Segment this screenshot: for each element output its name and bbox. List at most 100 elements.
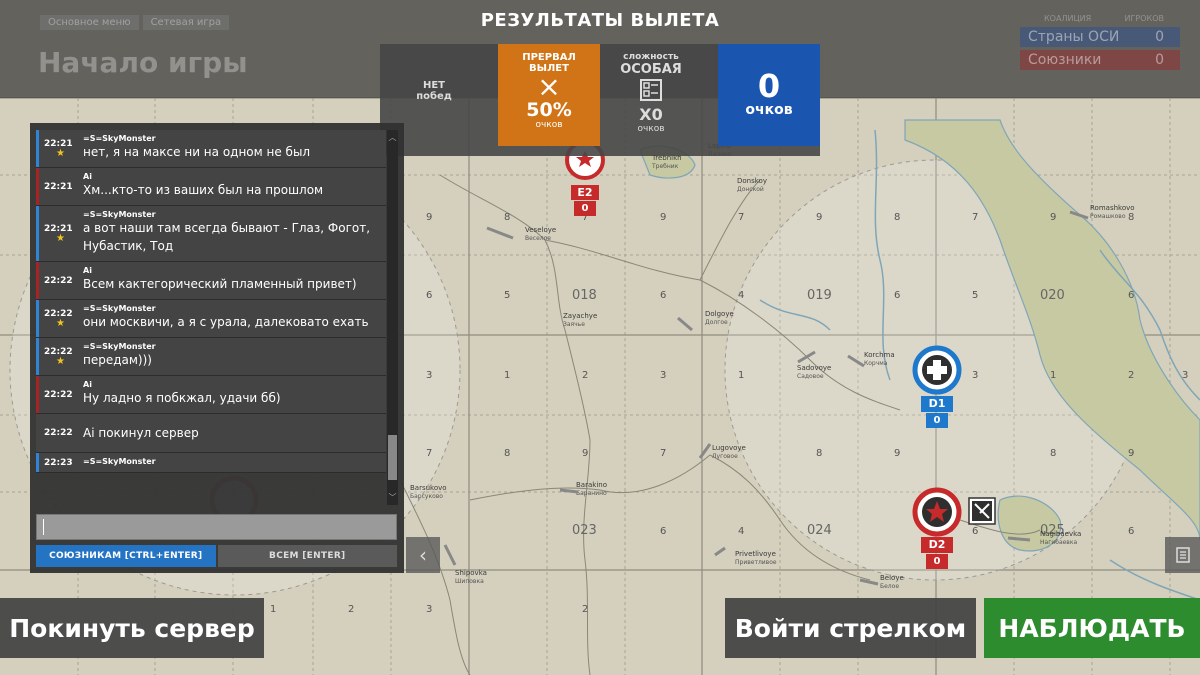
total-points-cell: 0 очков (718, 44, 820, 146)
sortie-results-panel: НЕТ побед ПРЕРВАЛ ВЫЛЕТ × 50% очков слож… (380, 44, 820, 156)
svg-text:8: 8 (504, 448, 510, 459)
message-timestamp: 22:22 (44, 346, 73, 357)
message-timestamp: 22:22 (44, 308, 73, 319)
chat-message-list[interactable]: 22:21 ★ =S=SkyMonster нет, я на максе ни на… (36, 130, 386, 505)
chat-input[interactable] (36, 514, 397, 540)
chat-scrollbar[interactable]: ︿ ﹀ (387, 130, 398, 505)
message-author[interactable]: =S=SkyMonster (83, 342, 382, 351)
message-author[interactable]: =S=SkyMonster (83, 134, 382, 143)
town-label: Donskoy (737, 177, 767, 185)
svg-text:3: 3 (1182, 370, 1188, 381)
svg-text:7: 7 (738, 212, 744, 223)
scroll-down-icon[interactable]: ﹀ (387, 492, 398, 503)
collapse-chat-button[interactable]: ‹ (406, 537, 440, 573)
abort-cross-icon: × (537, 70, 561, 103)
message-author[interactable]: Ai (83, 172, 382, 181)
town-label-ru: Садовое (797, 373, 824, 380)
message-timestamp: 22:23 (44, 457, 73, 468)
svg-text:4: 4 (738, 290, 744, 301)
coalition-column-header: КОАЛИЦИЯ (1044, 14, 1092, 23)
town-label: Zayachye (563, 312, 597, 320)
svg-text:5: 5 (504, 290, 510, 301)
svg-text:2: 2 (348, 604, 354, 615)
svg-text:8: 8 (1050, 448, 1056, 459)
airfield-d1-name: D1 (921, 396, 953, 412)
airfield-d1-icon[interactable] (912, 345, 962, 395)
town-label-ru: Нагибаевка (1040, 539, 1077, 546)
town-label: Barakino (576, 481, 607, 489)
aborted-sortie-cell: ПРЕРВАЛ ВЫЛЕТ × 50% очков (498, 44, 600, 146)
message-author[interactable]: =S=SkyMonster (83, 210, 382, 219)
message-author[interactable]: Ai (83, 266, 382, 275)
message-timestamp: 22:22 (44, 428, 73, 438)
message-body: Ai Хм...кто-то из ваших был на прошлом (79, 168, 386, 205)
town-label-ru: Приветливое (735, 559, 777, 566)
message-time: 22:23 (39, 453, 79, 472)
chat-message: 22:22 ★ =S=SkyMonster передам))) (36, 338, 386, 376)
observe-button[interactable]: НАБЛЮДАТЬ (984, 598, 1200, 658)
coalition-name: Союзники (1028, 52, 1102, 68)
airfield-d2-icon[interactable] (912, 487, 962, 537)
target-icon[interactable] (968, 497, 996, 525)
svg-text:8: 8 (504, 212, 510, 223)
tab-allies-chat[interactable]: СОЮЗНИКАМ [CTRL+ENTER] (36, 545, 216, 567)
message-body: =S=SkyMonster они москвичи, а я с урала, … (79, 300, 386, 337)
svg-text:3: 3 (660, 370, 666, 381)
svg-text:3: 3 (426, 370, 432, 381)
victories-label: побед (416, 91, 452, 102)
town-label: Veseloye (525, 226, 556, 234)
message-text: Ну ладно я побкжал, удачи бб) (83, 391, 281, 405)
message-author[interactable]: Ai (83, 380, 382, 389)
coalition-count: 0 (1155, 52, 1164, 68)
message-time: 22:22 ★ (39, 338, 79, 375)
join-as-gunner-button[interactable]: Войти стрелком (725, 598, 976, 658)
town-label: Beloye (880, 574, 904, 582)
chat-message: 22:22 ★ =S=SkyMonster они москвичи, а я с у… (36, 300, 386, 338)
town-label: Dolgoye (705, 310, 734, 318)
aborted-percent: 50% (526, 99, 572, 121)
town-label-ru: Баранино (576, 490, 607, 497)
svg-text:1: 1 (270, 604, 276, 615)
coalition-header: КОАЛИЦИЯ ИГРОКОВ (1020, 14, 1180, 27)
svg-text:023: 023 (572, 523, 597, 538)
checklist-icon (640, 79, 662, 101)
svg-text:3: 3 (426, 604, 432, 615)
svg-text:6: 6 (660, 290, 666, 301)
difficulty-unit: очков (637, 124, 665, 134)
chat-channel-tabs: СОЮЗНИКАМ [CTRL+ENTER] ВСЕМ [ENTER] (36, 545, 397, 567)
svg-text:4: 4 (738, 526, 744, 537)
svg-text:9: 9 (426, 212, 432, 223)
message-body: =S=SkyMonster а вот наши там всегда бываю… (79, 206, 386, 261)
svg-text:7: 7 (660, 448, 666, 459)
chat-message: 22:21 Ai Хм...кто-то из ваших был на прошл… (36, 168, 386, 206)
town-label-ru: Шиповка (455, 578, 484, 585)
page-title: Начало игры (38, 46, 248, 79)
leave-server-button[interactable]: Покинуть сервер (0, 598, 264, 658)
chevron-left-icon: ‹ (419, 543, 427, 567)
difficulty-label: сложность (623, 52, 679, 62)
message-text: нет, я на максе ни на одном не был (83, 145, 311, 159)
briefing-button[interactable] (1165, 537, 1200, 573)
airfield-d2-score: 0 (926, 554, 948, 569)
message-time: 22:22 (39, 414, 79, 452)
coalition-count: 0 (1155, 29, 1164, 45)
svg-text:5: 5 (972, 290, 978, 301)
message-author[interactable]: =S=SkyMonster (83, 457, 382, 466)
message-text: а вот наши там всегда бывают - Глаз, Фог… (83, 221, 371, 253)
aborted-label-1: ПРЕРВАЛ (522, 52, 576, 63)
message-timestamp: 22:21 (44, 223, 73, 234)
svg-text:8: 8 (816, 448, 822, 459)
scrollbar-thumb[interactable] (388, 435, 397, 480)
town-label: Shipovka (455, 569, 487, 577)
town-label-ru: Луговое (712, 453, 738, 460)
tab-all-chat[interactable]: ВСЕМ [ENTER] (217, 545, 397, 567)
message-time: 22:22 (39, 376, 79, 413)
difficulty-value: ОСОБАЯ (620, 62, 682, 77)
coalition-row-axis: Страны ОСИ 0 (1020, 27, 1180, 47)
message-timestamp: 22:22 (44, 275, 73, 286)
message-author[interactable]: =S=SkyMonster (83, 304, 382, 313)
town-label: Barsukovo (410, 484, 447, 492)
message-time: 22:22 (39, 262, 79, 299)
scroll-up-icon[interactable]: ︿ (387, 132, 398, 143)
document-list-icon (1175, 547, 1190, 563)
